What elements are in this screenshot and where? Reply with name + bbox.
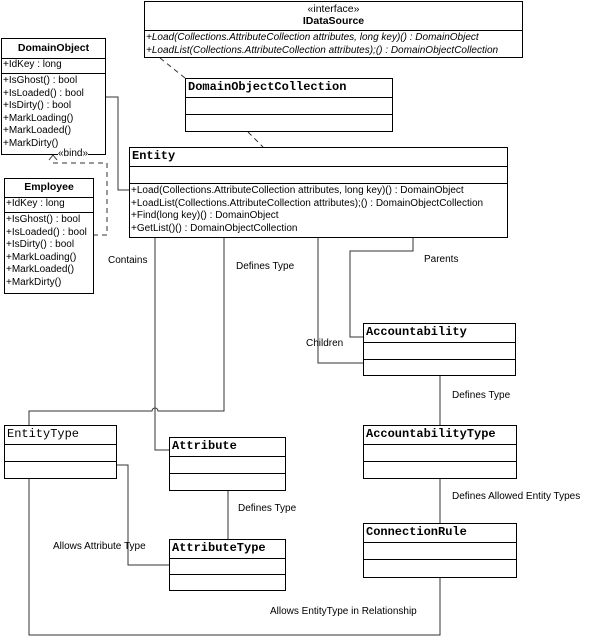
class-attribute[interactable]: Attribute	[169, 437, 286, 491]
method: +MarkLoading()	[6, 251, 77, 263]
method: +MarkDirty()	[3, 137, 59, 149]
class-accountabilitytype[interactable]: AccountabilityType	[363, 425, 517, 479]
connector-idatasource-doc	[159, 57, 186, 79]
method: +LoadList(Collections.AttributeCollectio…	[131, 197, 484, 209]
class-attributetype[interactable]: AttributeType	[169, 539, 286, 591]
stereotype: «interface»	[307, 3, 360, 15]
class-entitytype[interactable]: EntityType	[4, 425, 117, 479]
class-domainobjectcollection[interactable]: DomainObjectCollection	[185, 78, 393, 132]
method: +IsDirty() : bool	[6, 239, 75, 250]
method: +MarkLoaded()	[6, 264, 75, 275]
method: +IsGhost() : bool	[3, 75, 78, 86]
method: +IsLoaded() : bool	[6, 226, 87, 238]
uml-class-diagram: «interface» IDataSource +Load(Collection…	[0, 0, 591, 642]
class-name: Accountability	[364, 324, 515, 343]
method: +MarkLoading()	[3, 112, 74, 124]
method: +LoadList(Collections.AttributeCollectio…	[146, 44, 499, 56]
method: +MarkDirty()	[6, 276, 62, 288]
bind-arrowhead	[48, 154, 58, 161]
method: +IsDirty() : bool	[3, 100, 72, 111]
class-name: Entity	[130, 148, 507, 167]
method: +Load(Collections.AttributeCollection at…	[146, 32, 479, 43]
class-name: IDataSource	[302, 15, 365, 27]
label-children: Children	[306, 338, 344, 349]
method: +Find(long key)() : DomainObject	[131, 210, 279, 221]
method: +IsLoaded() : bool	[3, 87, 84, 99]
class-connectionrule[interactable]: ConnectionRule	[363, 523, 517, 578]
method: +MarkLoaded()	[3, 125, 72, 136]
attribute: +IdKey : long	[6, 198, 65, 209]
class-name: EntityType	[5, 426, 116, 445]
method: +GetList()() : DomainObjectCollection	[131, 222, 298, 234]
connector-domainobject-entity	[105, 96, 129, 191]
class-name: Employee	[5, 179, 93, 198]
label-defines-type-attribute: Defines Type	[238, 503, 297, 514]
connector-parents	[349, 237, 414, 338]
class-name: AttributeType	[170, 540, 285, 559]
class-idatasource[interactable]: «interface» IDataSource +Load(Collection…	[144, 1, 523, 58]
class-name: DomainObjectCollection	[186, 79, 392, 98]
class-entity[interactable]: Entity +Load(Collections.AttributeCollec…	[129, 147, 508, 238]
class-employee[interactable]: Employee +IdKey : long +IsGhost() : bool…	[4, 178, 94, 294]
attribute: +IdKey : long	[3, 59, 62, 70]
label-defines-type: Defines Type	[236, 261, 295, 272]
connector-contains	[154, 237, 169, 451]
label-parents: Parents	[424, 254, 459, 265]
label-contains: Contains	[108, 255, 148, 266]
class-name: ConnectionRule	[364, 524, 516, 543]
label-allows-attribute-type: Allows Attribute Type	[53, 541, 146, 552]
label-allows-entitytype-in-relationship: Allows EntityType in Relationship	[270, 606, 417, 617]
class-name: AccountabilityType	[364, 426, 516, 445]
connector-doc-entity	[247, 131, 264, 148]
class-domainobject[interactable]: DomainObject +IdKey : long +IsGhost() : …	[1, 38, 106, 155]
class-name: Attribute	[170, 438, 285, 457]
label-defines-allowed-entity-types: Defines Allowed Entity Types	[452, 491, 581, 502]
method: +IsGhost() : bool	[6, 214, 81, 225]
method: +Load(Collections.AttributeCollection at…	[131, 185, 464, 196]
class-accountability[interactable]: Accountability	[363, 323, 516, 376]
label-defines-type-accountability: Defines Type	[452, 390, 511, 401]
class-name: DomainObject	[2, 39, 105, 59]
bind-label: «bind»	[58, 148, 89, 159]
